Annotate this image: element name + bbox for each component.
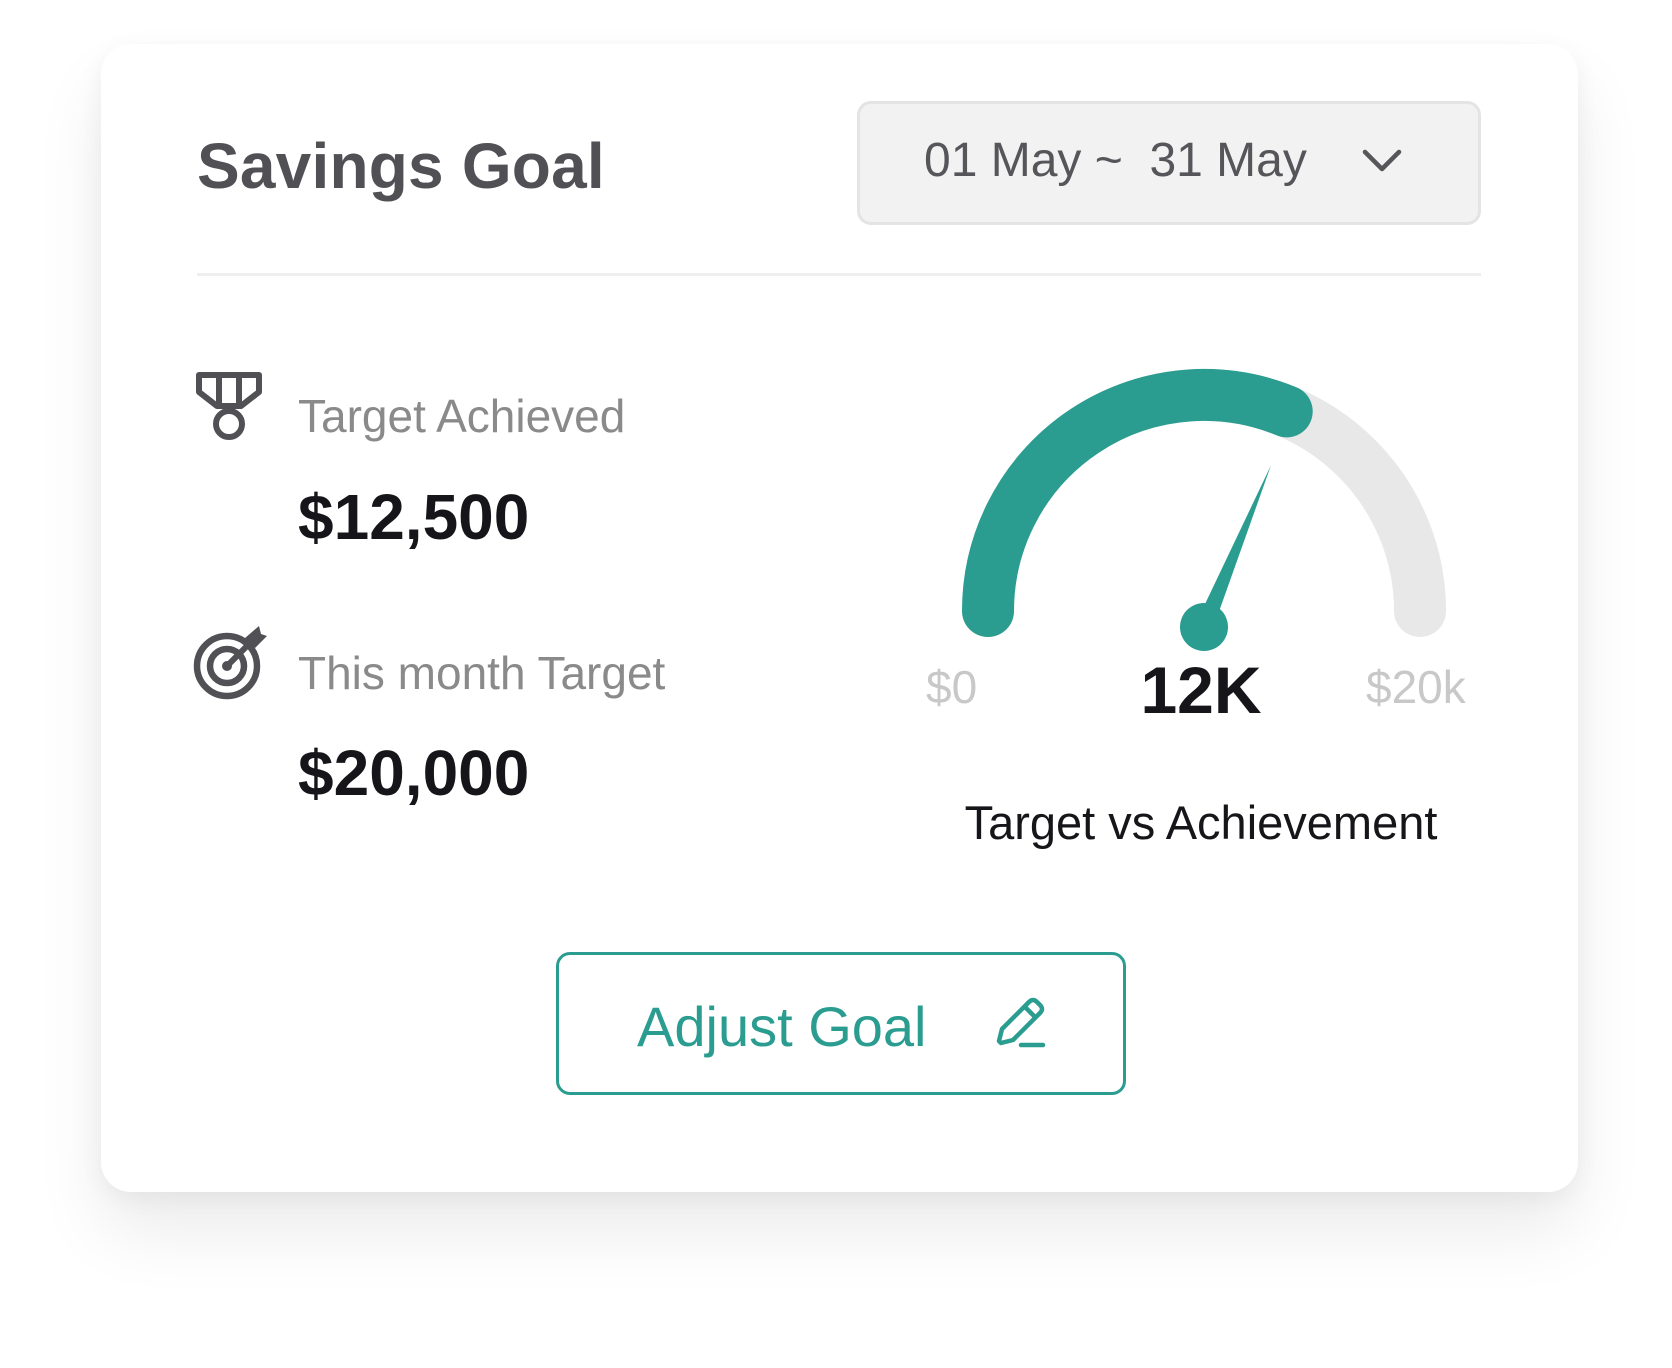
gauge-caption: Target vs Achievement bbox=[964, 796, 1438, 849]
target-icon bbox=[193, 626, 267, 700]
gauge-value-label: 12K bbox=[1140, 653, 1262, 727]
adjust-goal-button[interactable]: Adjust Goal bbox=[556, 952, 1126, 1095]
header-divider bbox=[197, 273, 1481, 276]
date-range-value: 01 May ~ 31 May bbox=[924, 134, 1307, 187]
gauge-max-label: $20k bbox=[1366, 661, 1466, 713]
medal-icon bbox=[196, 372, 262, 440]
pencil-icon bbox=[996, 997, 1046, 1048]
target-achieved-label: Target Achieved bbox=[298, 390, 626, 442]
target-achieved-value: $12,500 bbox=[298, 481, 530, 553]
gauge-fill bbox=[962, 368, 1313, 637]
gauge-needle-hub bbox=[1180, 603, 1228, 651]
month-target-value: $20,000 bbox=[298, 737, 530, 809]
adjust-goal-label: Adjust Goal bbox=[637, 995, 927, 1058]
date-range-dropdown[interactable]: 01 May ~ 31 May bbox=[857, 101, 1481, 225]
savings-goal-card: Savings Goal 01 May ~ 31 May Target Achi… bbox=[101, 44, 1578, 1192]
month-target-label: This month Target bbox=[298, 647, 666, 699]
gauge-min-label: $0 bbox=[926, 661, 978, 713]
target-vs-achievement-gauge bbox=[962, 368, 1446, 651]
chevron-down-icon bbox=[1362, 149, 1402, 172]
card-title: Savings Goal bbox=[197, 130, 605, 202]
